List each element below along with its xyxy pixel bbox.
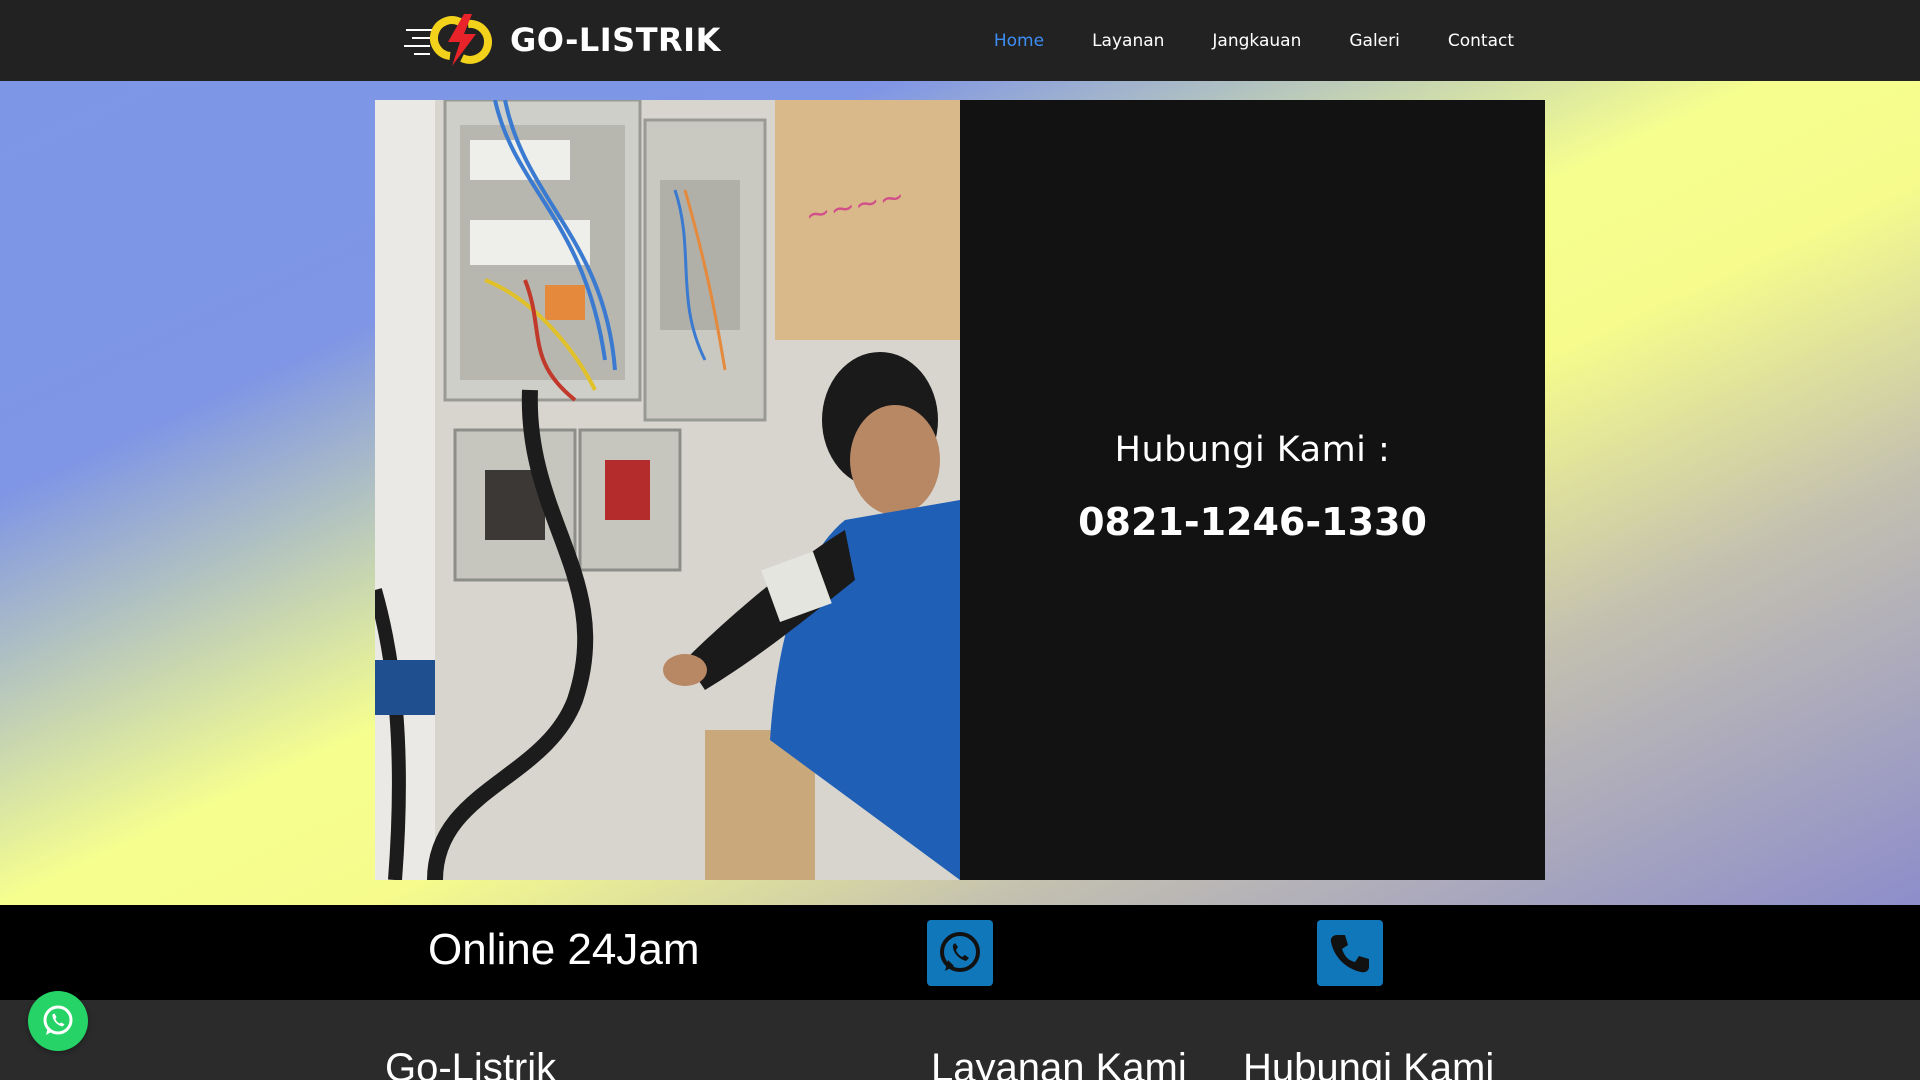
whatsapp-icon: [940, 932, 980, 972]
nav-item-galeri[interactable]: Galeri: [1349, 31, 1400, 51]
phone-icon: [1330, 935, 1369, 973]
main-nav: Home Layanan Jangkauan Galeri Contact: [946, 0, 1514, 81]
online-bar: Online 24Jam: [0, 905, 1920, 1000]
site-footer: Go-Listrik Layanan Kami Hubungi Kami: [0, 1000, 1920, 1080]
site-header: GO-LISTRIK Home Layanan Jangkauan Galeri…: [0, 0, 1920, 81]
footer-contact-title: Hubungi Kami: [1243, 1046, 1495, 1080]
footer-brand-title: Go-Listrik: [385, 1046, 557, 1080]
footer-services-title: Layanan Kami: [931, 1046, 1187, 1080]
whatsapp-icon: [43, 1005, 73, 1035]
technician-photo-image: ~~~~: [375, 100, 960, 880]
hero-photo: ~~~~: [375, 100, 960, 880]
contact-heading: Hubungi Kami :: [1114, 430, 1391, 470]
contact-phone-number[interactable]: 0821-1246-1330: [960, 500, 1545, 544]
phone-button[interactable]: [1317, 920, 1383, 986]
floating-whatsapp-button[interactable]: [28, 991, 88, 1051]
hero-section: ~~~~ Hubungi Kami: 0821-1246-1330: [0, 81, 1920, 905]
contact-panel: Hubungi Kami : 0821-1246-1330: [960, 100, 1545, 880]
nav-item-layanan[interactable]: Layanan: [1092, 31, 1164, 51]
nav-item-jangkauan[interactable]: Jangkauan: [1212, 31, 1301, 51]
nav-item-contact[interactable]: Contact: [1448, 31, 1514, 51]
brand-name: GO-LISTRIK: [510, 21, 721, 59]
brand-logo[interactable]: GO-LISTRIK: [404, 10, 721, 70]
online-24jam-text: Online 24Jam: [428, 925, 700, 974]
whatsapp-button[interactable]: [927, 920, 993, 986]
nav-item-home[interactable]: Home: [994, 31, 1044, 51]
lightning-logo-icon: [404, 14, 492, 66]
